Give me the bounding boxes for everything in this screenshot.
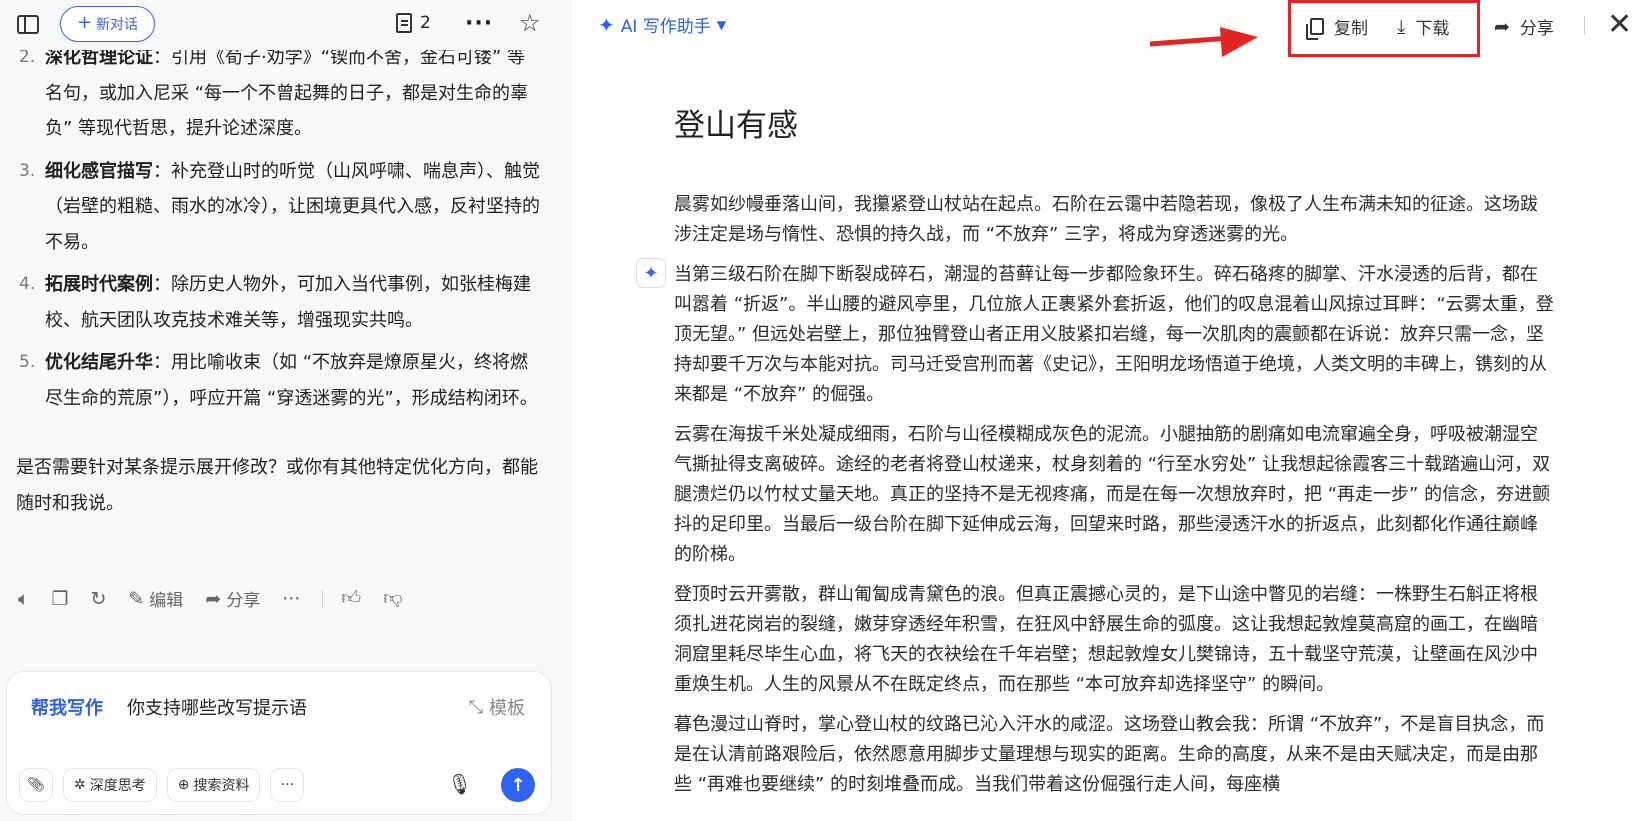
globe-icon: ⊕ (177, 777, 190, 793)
download-label: 下载 (1415, 19, 1450, 39)
list-number: 3. (19, 160, 36, 181)
list-item: 5. 优化结尾升华：用比喻收束（如 “不放弃是燎原星火，终将燃尽生命的荒原”），呼… (0, 345, 572, 416)
ai-writing-assistant-dropdown[interactable]: ✦ AI 写作助手 ▼ (598, 12, 727, 38)
more-tools-icon[interactable]: ··· (270, 768, 305, 802)
list-item: 2. 深化哲理论证：引用《荀子·劝学》“锲而不舍，金石可镂” 等名句，或加入尼采 … (0, 40, 572, 147)
more-icon[interactable]: ··· (282, 588, 300, 610)
composer[interactable]: 帮我写作 你支持哪些改写提示语 ⤡ 模板 📎︎ ✲ 深度思考 ⊕ 搜索资料 ··· 🎙… (6, 671, 552, 815)
edit-label: 编辑 (149, 591, 184, 611)
suggestion-list: 2. 深化哲理论证：引用《荀子·劝学》“锲而不舍，金石可镂” 等名句，或加入尼采 … (0, 40, 572, 416)
list-item-title: 细化感官描写 (45, 160, 153, 182)
star-icon[interactable]: ☆ (519, 9, 541, 37)
divider (1584, 16, 1585, 34)
plus-icon: + (76, 12, 93, 33)
message-actions: 🔈︎ ❐ ↻ ✎ 编辑 ➦ 分享 ··· 👍︎ 👎︎ (18, 586, 425, 611)
regenerate-icon[interactable]: ↻ (90, 588, 106, 610)
documents-button[interactable]: 2 (396, 13, 431, 33)
paragraph: 暮色漫过山脊时，掌心登山杖的纹路已沁入汗水的咸涩。这场登山教会我：所谓 “不放弃… (674, 714, 1545, 795)
chat-panel: 2. 深化哲理论证：引用《荀子·劝学》“锲而不舍，金石可镂” 等名句，或加入尼采 … (0, 0, 572, 821)
thumbs-up-icon[interactable]: 👍︎ (341, 587, 361, 610)
microphone-icon[interactable]: 🎙︎ (447, 772, 472, 796)
document-title: 登山有感 (674, 108, 798, 144)
copy-icon (1306, 18, 1324, 40)
chat-header: + 新对话 2 ··· ☆ (0, 0, 572, 50)
sidebar-toggle-icon[interactable] (17, 15, 39, 34)
document-body: 晨雾如纱幔垂落山间，我攥紧登山杖站在起点。石阶在云霭中若隐若现，像极了人生布满未… (674, 190, 1554, 810)
share-button[interactable]: ➦ 分享 (1494, 14, 1554, 40)
copy-button[interactable]: 复制 (1306, 14, 1368, 40)
list-item: 3. 细化感官描写：补充登山时的听觉（山风呼啸、喘息声）、触觉（岩壁的粗糙、雨水的… (0, 154, 572, 261)
sparkle-icon: ✦ (598, 12, 615, 37)
thumbs-down-icon[interactable]: 👎︎ (383, 587, 402, 610)
share-icon: ➦ (1494, 15, 1510, 38)
template-label: 模板 (489, 698, 525, 719)
send-button[interactable]: ↑ (501, 768, 535, 802)
paragraph: 当第三级石阶在脚下断裂成碎石，潮湿的苔藓让每一步都险象环生。碎石硌疼的脚掌、汗水… (674, 264, 1554, 405)
paragraph: 登顶时云开雾散，群山匍匐成青黛色的浪。但真正震撼心灵的，是下山途中瞥见的岩缝：一… (674, 584, 1538, 695)
assistant-label: AI 写作助手 (620, 17, 711, 37)
document-count: 2 (420, 13, 431, 33)
chat-message: 2. 深化哲理论证：引用《荀子·劝学》“锲而不舍，金石可镂” 等名句，或加入尼采 … (0, 40, 572, 521)
search-button[interactable]: ⊕ 搜索资料 (166, 768, 261, 802)
red-arrow-annotation (1150, 27, 1258, 57)
pencil-icon: ✎ (128, 587, 145, 610)
list-number: 5. (19, 352, 36, 372)
list-item-title: 优化结尾升华 (45, 352, 153, 373)
writing-mode-label[interactable]: 帮我写作 (31, 694, 103, 720)
composer-tools: 📎︎ ✲ 深度思考 ⊕ 搜索资料 ··· (19, 768, 305, 802)
edit-button[interactable]: ✎ 编辑 (128, 586, 184, 612)
list-item: 4. 拓展时代案例：除历史人物外，可加入当代事例，如张桂梅建校、航天团队攻克技术难… (0, 267, 572, 338)
share-icon: ➦ (205, 587, 222, 610)
download-button[interactable]: ⤓ 下载 (1397, 14, 1450, 40)
closing-text: 是否需要针对某条提示展开修改？或你有其他特定优化方向，都能随时和我说。 (16, 457, 538, 514)
attach-icon[interactable]: 📎︎ (19, 768, 53, 802)
list-number: 4. (19, 274, 36, 294)
deep-think-label: 深度思考 (89, 778, 146, 794)
share-button[interactable]: ➦ 分享 (205, 586, 261, 612)
new-chat-button[interactable]: + 新对话 (60, 6, 155, 42)
share-label: 分享 (1519, 19, 1554, 39)
close-icon[interactable]: ✕ (1607, 7, 1632, 42)
more-icon[interactable]: ··· (465, 11, 493, 36)
download-icon: ⤓ (1397, 15, 1406, 38)
chevron-down-icon: ▼ (716, 17, 727, 32)
divider (322, 589, 324, 608)
speaker-icon[interactable]: 🔈︎ (18, 588, 29, 610)
paragraph: 晨雾如纱幔垂落山间，我攥紧登山杖站在起点。石阶在云霭中若隐若现，像极了人生布满未… (674, 194, 1538, 245)
atom-icon: ✲ (74, 777, 86, 793)
expand-icon: ⤡ (468, 696, 483, 718)
copy-icon[interactable]: ❐ (51, 588, 68, 610)
share-label: 分享 (226, 591, 261, 611)
search-label: 搜索资料 (193, 778, 250, 794)
message-input[interactable]: 你支持哪些改写提示语 (127, 694, 307, 720)
paragraph: 云雾在海拔千米处凝成细雨，石阶与山径模糊成灰色的泥流。小腿抽筋的剧痛如电流窜遍全… (674, 424, 1551, 565)
list-item-title: 拓展时代案例 (45, 274, 153, 295)
deep-think-button[interactable]: ✲ 深度思考 (63, 768, 157, 802)
list-item-title: 深化哲理论证 (45, 47, 153, 68)
new-chat-label: 新对话 (96, 17, 139, 33)
copy-label: 复制 (1334, 19, 1368, 39)
document-panel: ✦ AI 写作助手 ▼ 复制 ⤓ 下载 ➦ 分享 ✕ 登山有感 ✦ 晨雾如纱幔垂… (572, 0, 1643, 821)
template-button[interactable]: ⤡ 模板 (469, 694, 525, 720)
document-icon (396, 13, 412, 33)
ai-edit-icon[interactable]: ✦ (636, 258, 666, 288)
